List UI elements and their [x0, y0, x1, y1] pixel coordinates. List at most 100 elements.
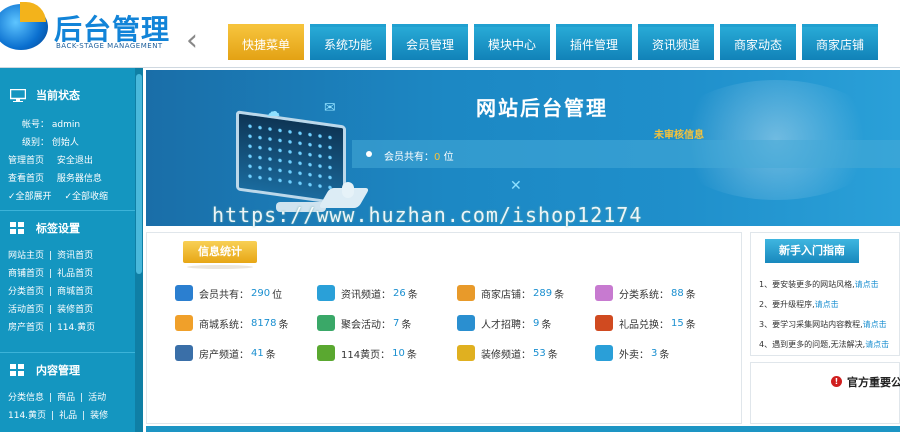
stat-unit: 位 [272, 289, 283, 301]
cloud-icon: ☁ [266, 104, 280, 120]
tags-row: 商铺首页 | 礼品首页 [8, 269, 94, 279]
account-row: 帐号： admin [0, 116, 135, 134]
stat-label: 聚会活动： [341, 319, 391, 331]
stat-label: 装修频道： [481, 349, 531, 361]
member-count-text: 会员共有：0 位 [384, 148, 454, 163]
content-link[interactable]: 商品 [57, 393, 75, 403]
official-notice-panel: ! 官方重要公 [750, 362, 900, 424]
stat-label: 商城系统： [199, 319, 249, 331]
member-ribbon: 会员共有：0 位 [352, 140, 900, 168]
expand-all-link[interactable]: 全部展开 [16, 192, 52, 202]
content-link[interactable]: 114.黄页 [8, 411, 46, 421]
tags-list: 网站主页 | 资讯首页 商铺首页 | 礼品首页 分类首页 | 商城首页 活动首页 | 装修首页 … [0, 247, 135, 337]
stat-item: 礼品兑换： 15 条 [595, 315, 696, 331]
tag-link[interactable]: 装修首页 [57, 305, 93, 315]
tab-system-functions[interactable]: 系统功能 [310, 24, 386, 60]
guide-click-link[interactable]: 请点击 [815, 300, 839, 309]
content-link[interactable]: 装修 [90, 411, 108, 421]
stat-unit: 条 [278, 319, 289, 331]
collapse-check-icon: ✓ [64, 192, 72, 202]
tag-link[interactable]: 分类首页 [8, 287, 44, 297]
tools-icon: ✕ [510, 178, 522, 194]
content-link[interactable]: 礼品 [59, 411, 77, 421]
guide-line-text: 4、遇到更多的问题,无法解决, [759, 340, 866, 349]
logo-subtitle: BACK-STAGE MANAGEMENT [56, 42, 163, 50]
guide-line: 2、要升级程序,请点击 [759, 299, 839, 310]
envelope-icon: ✉ [324, 100, 336, 116]
stat-value: 8178 [251, 317, 277, 329]
stat-item: 装修频道： 53 条 [457, 345, 558, 361]
guide-line: 4、遇到更多的问题,无法解决,请点击 [759, 339, 889, 350]
unaudited-info-link[interactable]: 未审核信息 [654, 126, 704, 141]
stat-value: 289 [533, 287, 553, 299]
tab-module-center[interactable]: 模块中心 [474, 24, 550, 60]
cup-icon [317, 345, 335, 361]
stat-value: 41 [251, 347, 264, 359]
tags-row: 网站主页 | 资讯首页 [8, 251, 94, 261]
bullet-icon [366, 151, 372, 157]
stat-value: 290 [251, 287, 271, 299]
guide-click-link[interactable]: 请点击 [863, 320, 887, 329]
stat-item: 外卖： 3 条 [595, 345, 669, 361]
info-stats-panel: 信息统计 会员共有： 290 位资讯频道： 26 条商家店铺： 289 条分类系统： 88 条商… [146, 232, 742, 424]
tag-link[interactable]: 房产首页 [8, 323, 44, 333]
guide-click-link[interactable]: 请点击 [865, 340, 889, 349]
sidebar-content-section: 内容管理 分类信息 | 商品 | 活动 114.黄页 | 礼品 | 装修 [0, 352, 135, 425]
collapse-all-link[interactable]: 全部收缩 [72, 192, 108, 202]
chevron-left-icon[interactable]: ‹ [186, 26, 208, 56]
toggle-icon [175, 285, 193, 301]
tab-news-channel[interactable]: 资讯频道 [638, 24, 714, 60]
view-home-link[interactable]: 查看首页 [8, 174, 44, 184]
status-title: 当前状态 [36, 89, 80, 102]
admin-home-link[interactable]: 管理首页 [8, 156, 44, 166]
stat-label: 114黄页： [341, 349, 391, 361]
content-link[interactable]: 活动 [88, 393, 106, 403]
account-value: admin [51, 120, 81, 130]
scrollbar-thumb[interactable] [136, 74, 142, 274]
content-list: 分类信息 | 商品 | 活动 114.黄页 | 礼品 | 装修 [0, 389, 135, 425]
tag-link[interactable]: 活动首页 [8, 305, 44, 315]
content-link[interactable]: 分类信息 [8, 393, 44, 403]
official-notice-title: 官方重要公 [847, 376, 900, 389]
alert-icon: ! [831, 376, 842, 387]
people-icon [317, 315, 335, 331]
stat-unit: 条 [554, 289, 565, 301]
logo: 后台管理 BACK-STAGE MANAGEMENT [0, 0, 180, 62]
sidebar-scrollbar[interactable] [135, 68, 143, 432]
banner-title: 网站后台管理 [476, 96, 608, 120]
stat-item: 人才招聘： 9 条 [457, 315, 551, 331]
stat-item: 会员共有： 290 位 [175, 285, 282, 301]
tag-link[interactable]: 商铺首页 [8, 269, 44, 279]
stat-item: 商城系统： 8178 条 [175, 315, 288, 331]
tag-link[interactable]: 商城首页 [57, 287, 93, 297]
info-stats-title: 信息统计 [183, 241, 257, 269]
stat-value: 10 [392, 347, 405, 359]
tab-merchant-shops[interactable]: 商家店铺 [802, 24, 878, 60]
stat-value: 15 [671, 317, 684, 329]
status-heading: 当前状态 [0, 82, 135, 108]
safe-logout-link[interactable]: 安全退出 [57, 156, 93, 166]
guide-title: 新手入门指南 [765, 239, 859, 263]
level-row: 级别： 创始人 [0, 134, 135, 152]
tab-shortcut-menu[interactable]: 快捷菜单 [228, 24, 304, 60]
tag-link[interactable]: 礼品首页 [57, 269, 93, 279]
sidebar-status-section: 当前状态 帐号： admin 级别： 创始人 管理首页 安全退出 查看首页 服务… [0, 82, 135, 206]
stat-item: 分类系统： 88 条 [595, 285, 696, 301]
guide-line: 1、要安装更多的网站风格,请点击 [759, 279, 879, 290]
tag-link[interactable]: 资讯首页 [57, 251, 93, 261]
content-title: 内容管理 [36, 364, 80, 377]
tab-merchant-news[interactable]: 商家动态 [720, 24, 796, 60]
tag-link[interactable]: 114.黄页 [57, 323, 95, 333]
tab-plugin-management[interactable]: 插件管理 [556, 24, 632, 60]
tags-heading: 标签设置 [0, 215, 135, 241]
guide-click-link[interactable]: 请点击 [855, 280, 879, 289]
tags-title: 标签设置 [36, 222, 80, 235]
guide-line-text: 3、要学习采集网站内容教程, [759, 320, 863, 329]
stat-unit: 条 [685, 289, 696, 301]
stat-label: 礼品兑换： [619, 319, 669, 331]
expand-check-icon: ✓ [8, 192, 16, 202]
tab-member-management[interactable]: 会员管理 [392, 24, 468, 60]
tag-link[interactable]: 网站主页 [8, 251, 44, 261]
mouse-icon [342, 182, 354, 198]
server-info-link[interactable]: 服务器信息 [57, 174, 102, 184]
